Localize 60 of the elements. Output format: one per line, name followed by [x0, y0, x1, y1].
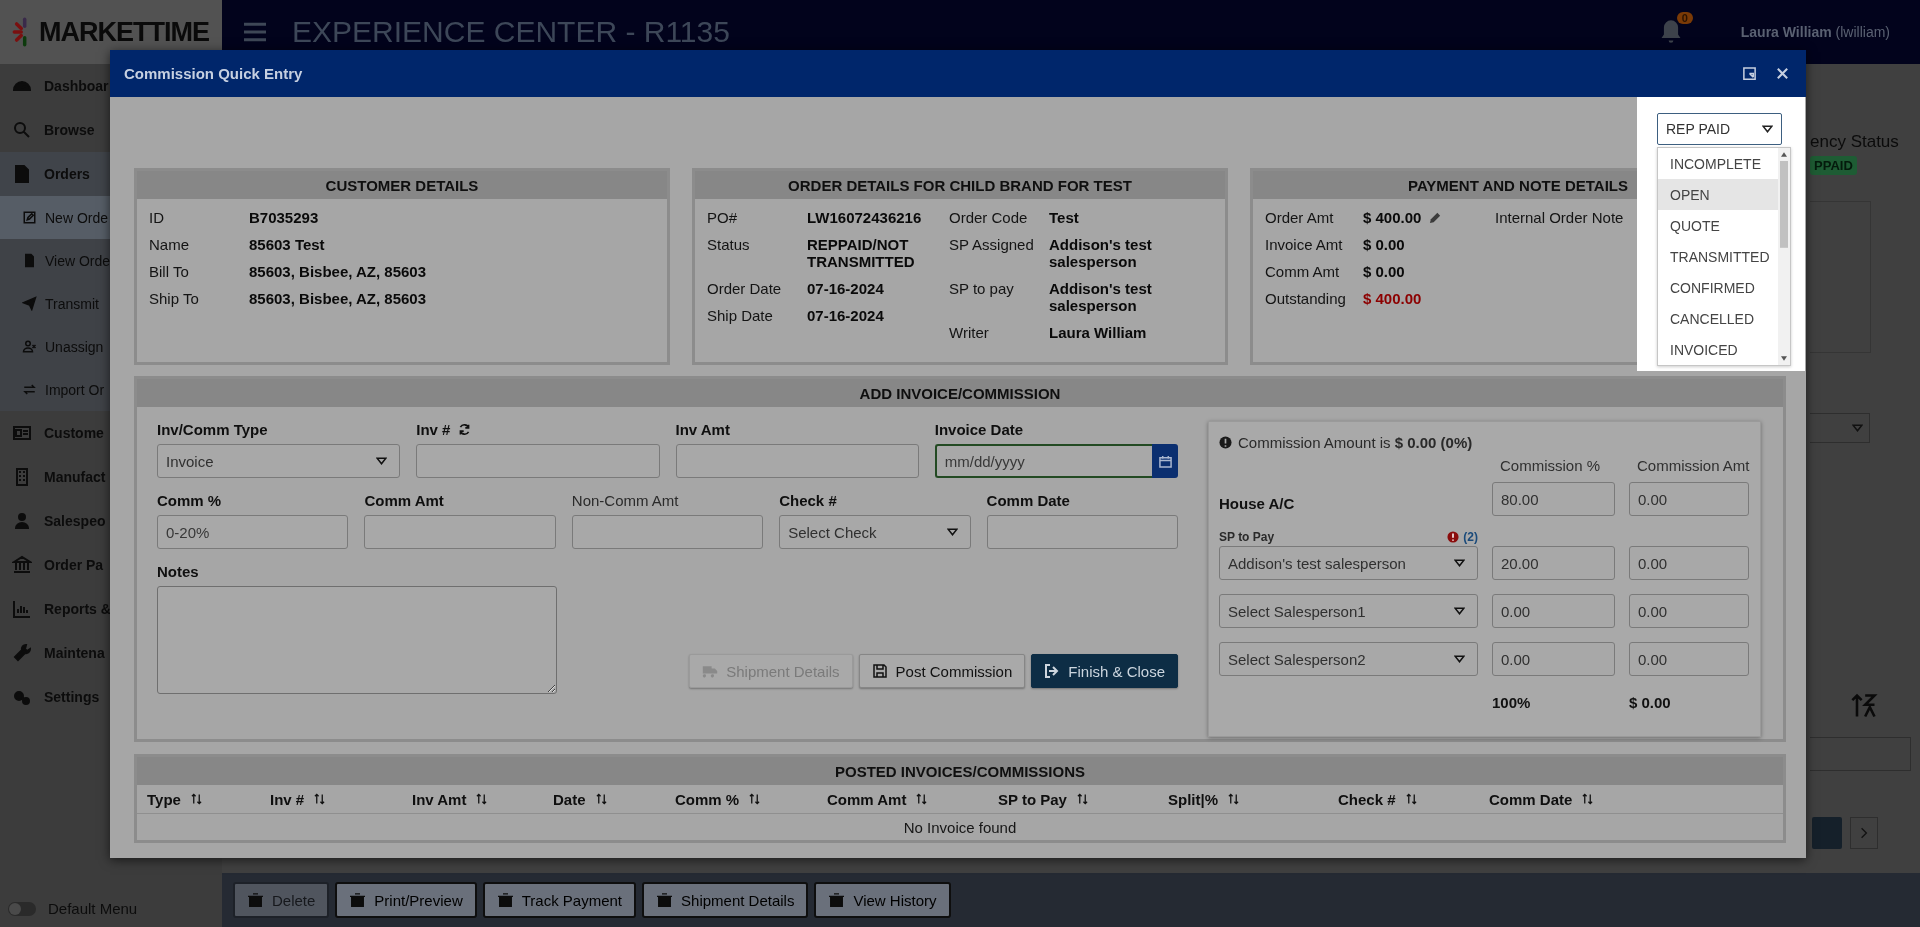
- field-label: Order Date: [707, 280, 783, 297]
- field-value: B7035293: [249, 209, 320, 226]
- field-label: SP to Pay: [1219, 530, 1275, 544]
- field-value: 07-16-2024: [807, 280, 885, 297]
- field-label: Invoice Amt: [1265, 236, 1344, 253]
- field-label: Comm Amt: [364, 492, 444, 509]
- field-label: Check #: [779, 492, 837, 509]
- column-header: Commission Amt: [1636, 457, 1749, 474]
- field-label: SP Assigned: [949, 236, 1035, 255]
- panel-header: CUSTOMER DETAILS: [137, 171, 667, 199]
- field-label: Internal Order Note: [1495, 209, 1624, 228]
- field-label: Ship Date: [707, 307, 774, 324]
- total-amount: $ 0.00: [1629, 694, 1672, 711]
- field-label: Notes: [157, 563, 200, 580]
- field-label: Comm Date: [986, 492, 1070, 509]
- amount-value: $ 400.00: [1363, 290, 1422, 307]
- field-label: PO#: [707, 209, 738, 226]
- amount-value: $ 0.00: [1363, 263, 1405, 280]
- app-title: EXPERIENCE CENTER - R1135: [292, 15, 730, 49]
- logo-text: MARKETTIME: [39, 16, 209, 48]
- amount-value: $ 400.00: [1363, 209, 1422, 226]
- field-label: Writer: [949, 324, 990, 341]
- field-value: 85603, Bisbee, AZ, 85603: [249, 263, 428, 280]
- field-label: Comm %: [157, 492, 222, 509]
- field-value: LW16072436216: [807, 209, 923, 226]
- field-label: Inv Amt: [675, 421, 730, 438]
- notification-badge: 0: [1676, 12, 1693, 24]
- amount-value: $ 0.00: [1363, 236, 1405, 253]
- field-label: Name: [149, 236, 190, 253]
- commission-summary: Commission Amount is $ 0.00 (0%): [1238, 434, 1473, 451]
- panel-header: POSTED INVOICES/COMMISSIONS: [137, 757, 1783, 785]
- dialog-title: Commission Quick Entry: [124, 65, 303, 82]
- field-label: Ship To: [149, 290, 200, 307]
- field-label: Bill To: [149, 263, 190, 280]
- empty-message: No Invoice found: [903, 818, 1017, 836]
- field-value: Laura William: [1049, 324, 1148, 341]
- account-label: House A/C: [1219, 494, 1296, 512]
- field-label: Comm Amt: [1265, 263, 1341, 280]
- field-value: Addison's test salesperson: [1049, 280, 1153, 314]
- field-value: 85603 Test: [249, 236, 326, 253]
- field-label: Invoice Date: [934, 421, 1024, 438]
- field-value: Test: [1049, 209, 1080, 226]
- panel-header: ADD INVOICE/COMMISSION: [137, 379, 1783, 407]
- field-label: ID: [149, 209, 165, 226]
- field-value: Addison's test salesperson: [1049, 236, 1153, 270]
- field-label: Outstanding: [1265, 290, 1347, 307]
- panel-header: ORDER DETAILS FOR CHILD BRAND FOR TEST: [695, 171, 1225, 199]
- field-label: Status: [707, 236, 751, 255]
- field-label: SP to pay: [949, 280, 1015, 299]
- field-label: Order Code: [949, 209, 1029, 226]
- field-label: Inv #: [416, 421, 451, 438]
- status-badge: PPAID: [1810, 156, 1857, 175]
- field-value: REPPAID/NOT TRANSMITTED: [807, 236, 916, 270]
- total-percent: 100%: [1492, 694, 1532, 711]
- field-label: Inv/Comm Type: [157, 421, 268, 438]
- field-label: Order Amt: [1265, 209, 1335, 226]
- column-header: Commission %: [1499, 457, 1602, 474]
- field-value: 85603, Bisbee, AZ, 85603: [249, 290, 428, 307]
- field-value: 07-16-2024: [807, 307, 885, 324]
- field-label: Non-Comm Amt: [571, 492, 679, 509]
